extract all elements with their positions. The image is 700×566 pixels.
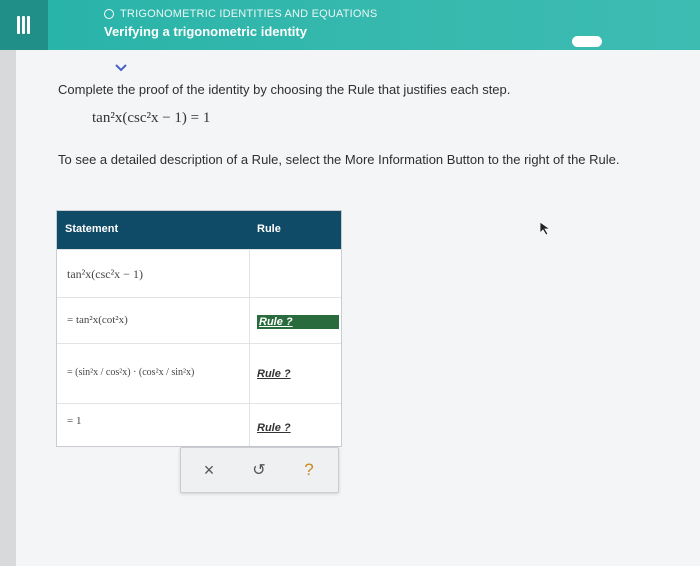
help-button[interactable]: ? <box>297 458 321 482</box>
undo-button[interactable]: ↺ <box>247 458 271 482</box>
rule-header: Rule <box>257 223 281 235</box>
collapse-button[interactable] <box>108 59 134 77</box>
statement-cell: = 1 <box>67 415 82 427</box>
statement-header: Statement <box>65 223 119 235</box>
table-row: = (sin²x / cos²x) · (cos²x / sin²x) Rule… <box>57 343 341 404</box>
identity-text: tan²x(csc²x − 1) = 1 <box>92 110 211 126</box>
proof-table: Statement Rule tan²x(csc²x − 1) = tan²x(… <box>56 210 342 447</box>
toggle-switch[interactable] <box>572 36 602 47</box>
answer-toolbar: × ↺ ? <box>180 447 339 493</box>
statement-cell: tan²x(csc²x − 1) <box>67 267 143 281</box>
help-icon: ? <box>304 460 314 479</box>
topic-dot-icon <box>104 9 114 19</box>
topic-line: TRIGONOMETRIC IDENTITIES AND EQUATIONS <box>104 8 377 20</box>
menu-icon <box>17 16 31 34</box>
chevron-down-icon <box>115 64 127 72</box>
statement-cell: = tan²x(cot²x) <box>67 314 128 326</box>
table-header: Statement Rule <box>57 211 341 249</box>
cursor-icon <box>539 221 552 241</box>
close-icon: × <box>203 459 215 480</box>
table-row: tan²x(csc²x − 1) <box>57 249 341 298</box>
app-header: TRIGONOMETRIC IDENTITIES AND EQUATIONS V… <box>0 0 700 50</box>
page-title: Verifying a trigonometric identity <box>104 24 307 39</box>
table-row: = 1 Rule ? <box>57 403 341 447</box>
topic-title: TRIGONOMETRIC IDENTITIES AND EQUATIONS <box>120 8 378 20</box>
table-row: = tan²x(cot²x) Rule ? <box>57 297 341 344</box>
left-strip <box>0 50 16 566</box>
undo-icon: ↺ <box>252 462 266 479</box>
statement-cell: = (sin²x / cos²x) · (cos²x / sin²x) <box>67 367 195 378</box>
more-info-text: To see a detailed description of a Rule,… <box>58 152 620 167</box>
instructions-text: Complete the proof of the identity by ch… <box>58 82 511 97</box>
rule-button[interactable]: Rule ? <box>257 368 291 380</box>
rule-button[interactable]: Rule ? <box>257 422 291 434</box>
menu-button[interactable] <box>0 0 48 50</box>
rule-button-selected[interactable]: Rule ? <box>257 315 339 329</box>
identity-expression: tan²x(csc²x − 1) = 1 <box>92 110 210 127</box>
clear-button[interactable]: × <box>197 458 221 482</box>
